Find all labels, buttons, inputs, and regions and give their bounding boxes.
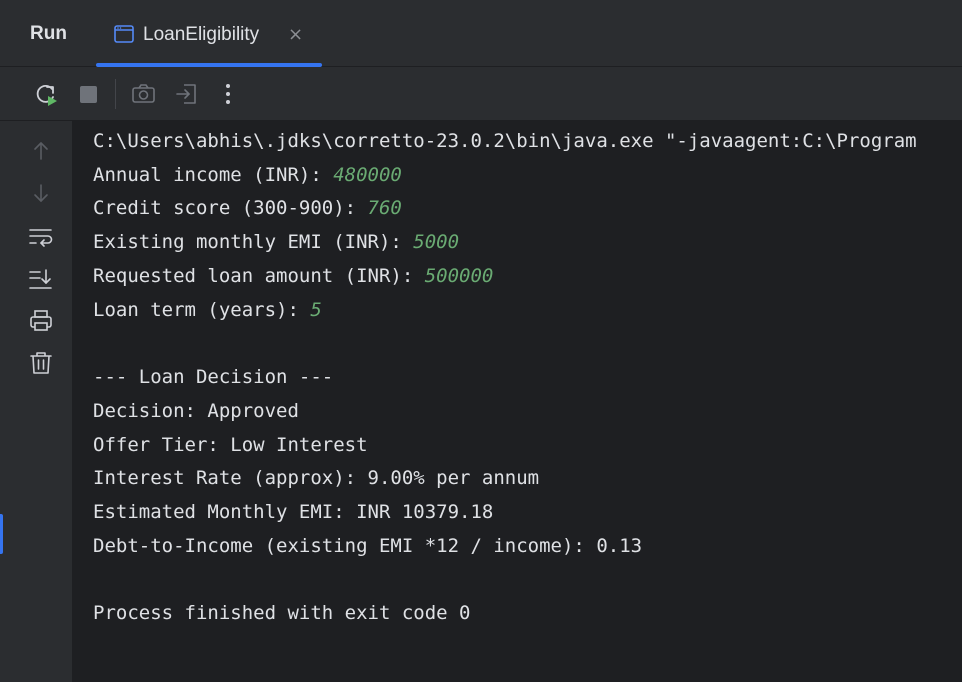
prompt-credit-score: Credit score (300-900): 760 [93,196,402,220]
user-input-value: 5 [310,299,322,321]
camera-icon[interactable] [131,81,157,107]
user-input-value: 5000 [413,231,460,253]
prompt-label: Loan term (years): [93,299,311,321]
prompt-loan-term: Loan term (years): 5 [93,298,322,322]
trash-icon[interactable] [28,350,54,376]
result-monthly-emi: Estimated Monthly EMI: INR 10379.18 [93,501,494,523]
run-toolbar [0,67,962,121]
result-interest-rate: Interest Rate (approx): 9.00% per annum [93,467,540,489]
run-panel-title: Run [30,23,67,44]
console-side-toolbar [0,121,72,682]
user-input-value: 500000 [424,265,494,287]
stop-icon[interactable] [76,81,102,107]
soft-wrap-icon[interactable] [28,224,54,250]
toolbar-separator [115,79,116,109]
left-edge-accent [0,514,3,554]
more-vertical-icon[interactable] [215,81,241,107]
prompt-label: Credit score (300-900): [93,197,368,219]
prompt-existing-emi: Existing monthly EMI (INR): 5000 [93,230,459,254]
run-panel-header: Run LoanEligibility × [0,3,962,67]
tab-label: LoanEligibility [143,24,260,45]
prompt-label: Requested loan amount (INR): [93,265,425,287]
prompt-annual-income: Annual income (INR): 480000 [93,163,402,187]
arrow-down-icon[interactable] [28,180,54,206]
decision-header: --- Loan Decision --- [93,366,334,388]
result-debt-to-income: Debt-to-Income (existing EMI *12 / incom… [93,535,643,557]
restore-layout-icon[interactable] [174,81,200,107]
print-icon[interactable] [28,308,54,334]
arrow-up-icon[interactable] [28,138,54,164]
console-output[interactable]: C:\Users\abhis\.jdks\corretto-23.0.2\bin… [72,121,962,682]
user-input-value: 480000 [333,164,402,186]
console-window-icon [114,25,134,43]
command-line: C:\Users\abhis\.jdks\corretto-23.0.2\bin… [93,130,917,152]
result-decision: Decision: Approved [93,400,299,422]
prompt-label: Annual income (INR): [93,164,334,186]
user-input-value: 760 [367,197,402,219]
prompt-loan-amount: Requested loan amount (INR): 500000 [93,264,493,288]
process-finished: Process finished with exit code 0 [93,602,471,624]
tab-loan-eligibility[interactable]: LoanEligibility × [96,3,322,67]
scroll-to-end-icon[interactable] [28,266,54,292]
close-icon[interactable]: × [288,25,303,45]
rerun-icon[interactable] [33,81,59,107]
prompt-label: Existing monthly EMI (INR): [93,231,414,253]
result-offer-tier: Offer Tier: Low Interest [93,434,368,456]
